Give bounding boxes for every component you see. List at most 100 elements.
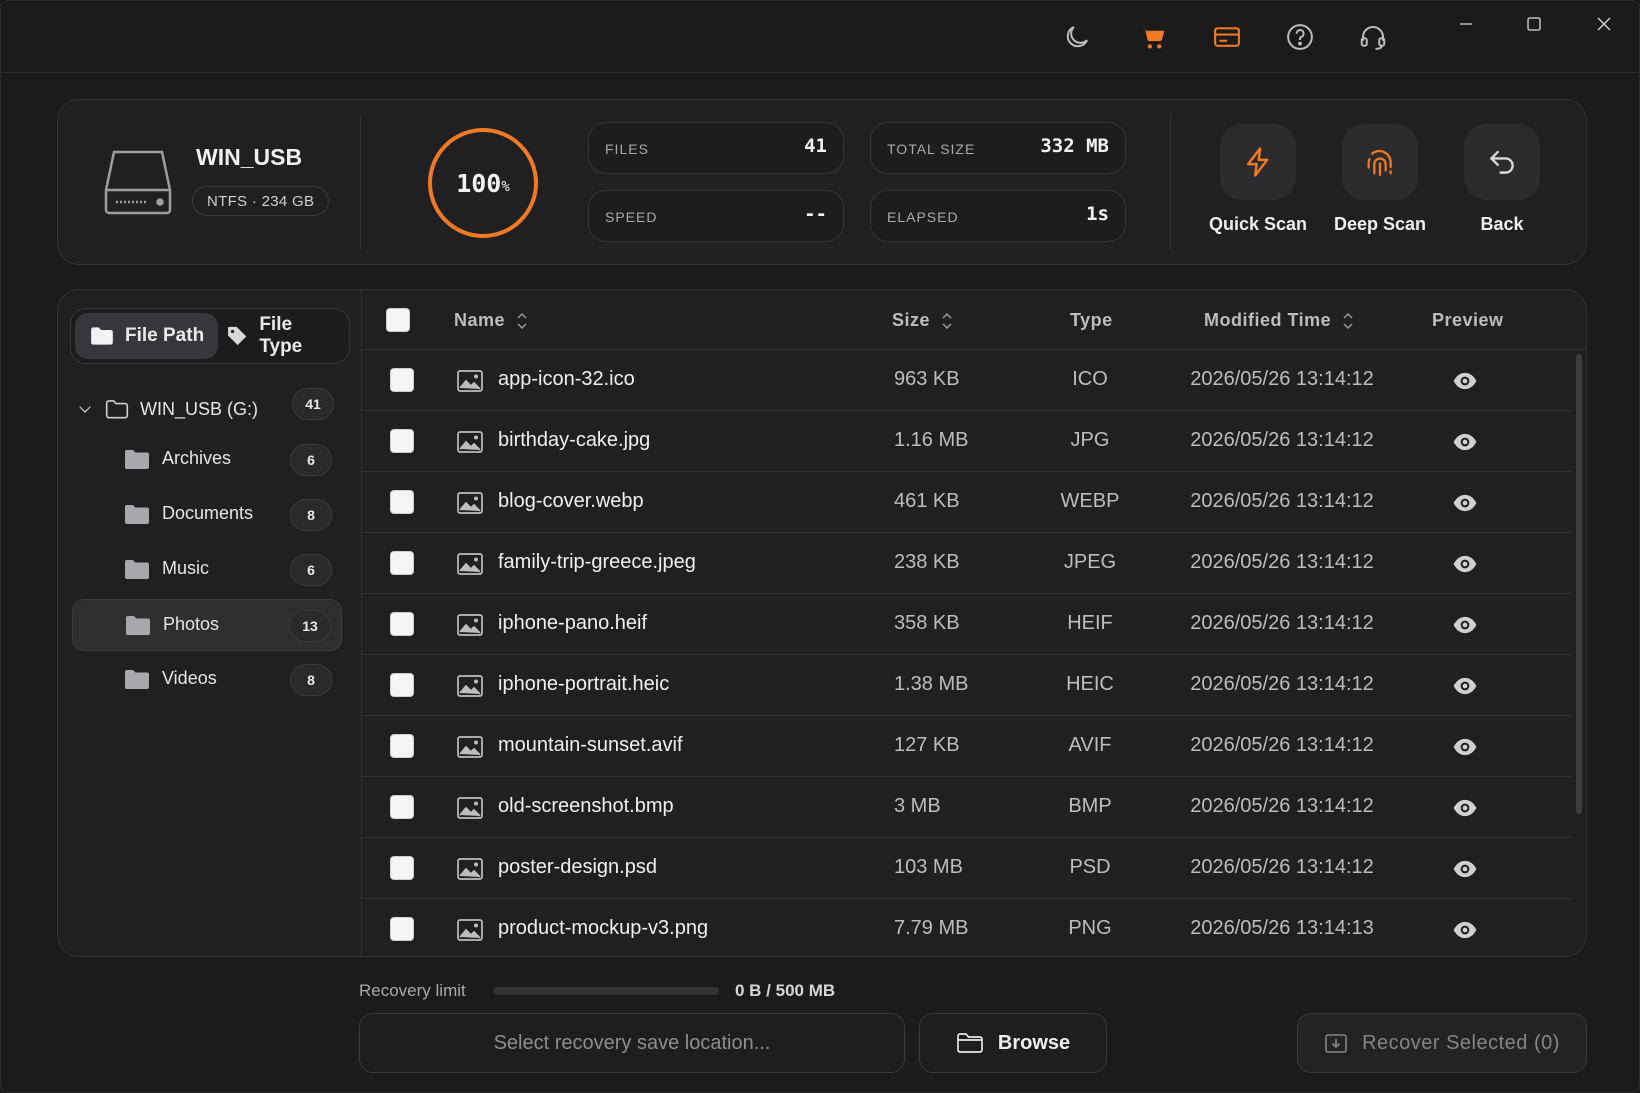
eye-icon[interactable]: [1452, 612, 1478, 638]
deep-scan-label: Deep Scan: [1333, 214, 1427, 234]
table-row[interactable]: iphone-pano.heif 358 KB HEIF 2026/05/26 13:…: [362, 594, 1572, 655]
image-file-icon: [457, 614, 483, 636]
folder-icon: [91, 327, 113, 345]
file-table: Name Size Type Modified Time Preview app…: [362, 290, 1586, 956]
row-checkbox[interactable]: [390, 429, 414, 453]
row-checkbox[interactable]: [390, 551, 414, 575]
eye-icon[interactable]: [1452, 856, 1478, 882]
row-checkbox[interactable]: [390, 917, 414, 941]
total-size-value: 332 MB: [1040, 135, 1109, 157]
back-icon-box: [1464, 124, 1540, 200]
folder-icon: [125, 670, 149, 689]
sidebar-item-documents[interactable]: Documents 8: [72, 489, 342, 541]
eye-icon[interactable]: [1452, 917, 1478, 943]
file-name: app-icon-32.ico: [498, 368, 635, 390]
table-row[interactable]: blog-cover.webp 461 KB WEBP 2026/05/26 13:1…: [362, 472, 1572, 533]
files-value: 41: [804, 135, 827, 157]
row-checkbox[interactable]: [390, 795, 414, 819]
folder-outline-icon: [105, 400, 129, 419]
close-icon[interactable]: [1581, 9, 1627, 39]
scrollbar[interactable]: [1576, 354, 1582, 814]
undo-icon: [1490, 150, 1514, 174]
eye-icon[interactable]: [1452, 734, 1478, 760]
folder-icon: [125, 505, 149, 524]
column-size-header[interactable]: Size: [892, 310, 954, 331]
eye-icon[interactable]: [1452, 551, 1478, 577]
sidebar-item-count: 8: [290, 664, 332, 696]
table-row[interactable]: birthday-cake.jpg 1.16 MB JPG 2026/05/26 13…: [362, 411, 1572, 472]
table-row[interactable]: app-icon-32.ico 963 KB ICO 2026/05/26 13:14…: [362, 350, 1572, 411]
sidebar-item-music[interactable]: Music 6: [72, 544, 342, 596]
sort-icon: [517, 312, 527, 329]
eye-icon[interactable]: [1452, 429, 1478, 455]
sidebar-item-label: Photos: [163, 614, 220, 634]
sidebar-item-photos[interactable]: Photos 13: [72, 599, 342, 651]
eye-icon[interactable]: [1452, 490, 1478, 516]
elapsed-stat: ELAPSED 1s: [870, 190, 1126, 242]
tab-file-type[interactable]: File Type: [211, 313, 349, 359]
file-type: JPG: [1070, 429, 1110, 451]
row-checkbox[interactable]: [390, 490, 414, 514]
scan-summary-panel: WIN_USB NTFS · 234 GB 100% FILES 41 TOTA…: [57, 99, 1587, 265]
tab-file-path-label: File Path: [125, 325, 205, 346]
tab-file-path[interactable]: File Path: [75, 313, 219, 359]
column-modified-header[interactable]: Modified Time: [1204, 310, 1355, 331]
tree-root-drive[interactable]: WIN_USB (G:): [76, 394, 258, 424]
sidebar-item-count: 6: [290, 554, 332, 586]
table-header: Name Size Type Modified Time Preview: [362, 290, 1586, 350]
moon-icon[interactable]: [1059, 19, 1095, 55]
eye-icon[interactable]: [1452, 368, 1478, 394]
column-preview-label: Preview: [1432, 310, 1504, 330]
deep-scan-icon-box: [1342, 124, 1418, 200]
table-row[interactable]: old-screenshot.bmp 3 MB BMP 2026/05/26 13:1…: [362, 777, 1572, 838]
browse-button[interactable]: Browse: [919, 1013, 1107, 1073]
save-location-input[interactable]: [359, 1013, 905, 1073]
sidebar-item-count: 8: [290, 499, 332, 531]
recover-selected-button[interactable]: Recover Selected (0): [1297, 1013, 1587, 1073]
minimize-icon[interactable]: [1443, 9, 1489, 39]
row-checkbox[interactable]: [390, 856, 414, 880]
table-row[interactable]: family-trip-greece.jpeg 238 KB JPEG 2026/05…: [362, 533, 1572, 594]
row-checkbox[interactable]: [390, 612, 414, 636]
file-type: HEIC: [1066, 673, 1114, 695]
table-row[interactable]: poster-design.psd 103 MB PSD 2026/05/26 13:…: [362, 838, 1572, 899]
file-name: iphone-pano.heif: [498, 612, 648, 634]
drive-info-chip: NTFS · 234 GB: [192, 186, 330, 216]
folder-icon: [125, 560, 149, 579]
recover-selected-label: Recover Selected (0): [1362, 1031, 1560, 1054]
back-button[interactable]: Back: [1452, 124, 1552, 235]
column-type-header[interactable]: Type: [1070, 310, 1113, 331]
headset-icon[interactable]: [1355, 19, 1391, 55]
file-size: 1.16 MB: [894, 429, 969, 451]
file-name: old-screenshot.bmp: [498, 795, 674, 817]
column-name-header[interactable]: Name: [454, 310, 529, 331]
sidebar-item-count: 6: [290, 444, 332, 476]
sidebar-item-videos[interactable]: Videos 8: [72, 654, 342, 706]
deep-scan-button[interactable]: Deep Scan: [1330, 124, 1430, 235]
maximize-icon[interactable]: [1511, 9, 1557, 39]
file-name: poster-design.psd: [498, 856, 657, 878]
eye-icon[interactable]: [1452, 795, 1478, 821]
sidebar-item-count: 13: [289, 610, 331, 642]
card-icon[interactable]: [1209, 19, 1245, 55]
chevron-down-icon[interactable]: [76, 400, 94, 418]
help-icon[interactable]: [1282, 19, 1318, 55]
tag-icon: [228, 326, 247, 346]
eye-icon[interactable]: [1452, 673, 1478, 699]
download-icon: [1325, 1034, 1347, 1053]
row-checkbox[interactable]: [390, 673, 414, 697]
cart-icon[interactable]: [1135, 19, 1171, 55]
sidebar: File Path File Type WIN_USB (G:) 41 Arch…: [58, 290, 362, 956]
table-row[interactable]: iphone-portrait.heic 1.38 MB HEIC 2026/05/2…: [362, 655, 1572, 716]
files-label: FILES: [605, 141, 649, 157]
table-row[interactable]: product-mockup-v3.png 7.79 MB PNG 2026/05/2…: [362, 899, 1572, 956]
select-all-checkbox[interactable]: [386, 308, 410, 332]
back-label: Back: [1480, 214, 1524, 234]
row-checkbox[interactable]: [390, 734, 414, 758]
quick-scan-icon-box: [1220, 124, 1296, 200]
quick-scan-button[interactable]: Quick Scan: [1208, 124, 1308, 235]
drive-name: WIN_USB: [196, 144, 303, 170]
row-checkbox[interactable]: [390, 368, 414, 392]
table-row[interactable]: mountain-sunset.avif 127 KB AVIF 2026/05/26…: [362, 716, 1572, 777]
sidebar-item-archives[interactable]: Archives 6: [72, 434, 342, 486]
